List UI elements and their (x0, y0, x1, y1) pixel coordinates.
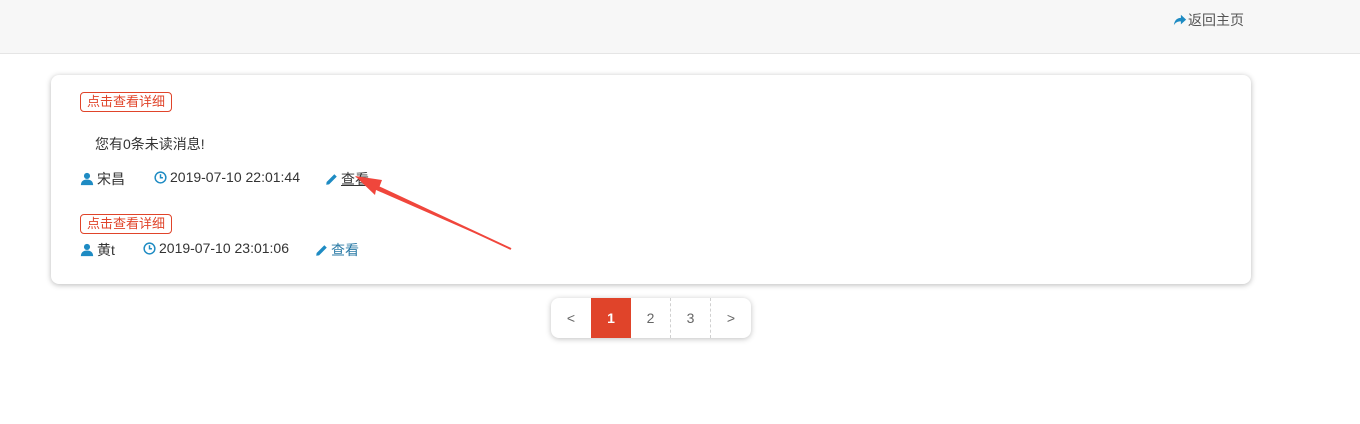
view-detail-tag[interactable]: 点击查看详细 (80, 92, 173, 112)
home-link[interactable]: 返回主页 (1173, 11, 1244, 29)
view-link[interactable]: 查看 (325, 169, 369, 189)
pencil-icon (326, 173, 337, 185)
prev-page-button[interactable]: < (551, 298, 591, 338)
message-text: 您有0条未读消息! (95, 136, 205, 152)
page-button-3[interactable]: 3 (671, 298, 711, 338)
view-link-label: 查看 (331, 242, 359, 258)
user-icon (80, 172, 94, 186)
user-name: 黄t (97, 242, 115, 258)
message-user: 黄t (80, 240, 115, 260)
top-bar: 返回主页 (0, 0, 1360, 54)
message-card: 点击查看详细 您有0条未读消息! 宋昌 2019-07-10 22:01:44 … (51, 75, 1251, 284)
view-link[interactable]: 查看 (315, 240, 359, 260)
view-link-label: 查看 (341, 171, 369, 187)
message-user: 宋昌 (80, 169, 125, 189)
time-value: 2019-07-10 22:01:44 (170, 169, 300, 185)
share-arrow-icon (1173, 14, 1187, 26)
message-time: 2019-07-10 23:01:06 (143, 240, 289, 256)
page-button-2[interactable]: 2 (631, 298, 671, 338)
message-time: 2019-07-10 22:01:44 (154, 169, 300, 185)
view-detail-tag[interactable]: 点击查看详细 (80, 214, 173, 234)
user-icon (80, 243, 94, 257)
clock-icon (154, 170, 167, 184)
clock-icon (143, 241, 156, 255)
time-value: 2019-07-10 23:01:06 (159, 240, 289, 256)
pencil-icon (316, 244, 327, 256)
user-name: 宋昌 (97, 171, 125, 187)
home-link-label: 返回主页 (1188, 12, 1244, 28)
pagination: < 1 2 3 > (551, 298, 751, 338)
next-page-button[interactable]: > (711, 298, 751, 338)
page-button-1[interactable]: 1 (591, 298, 631, 338)
